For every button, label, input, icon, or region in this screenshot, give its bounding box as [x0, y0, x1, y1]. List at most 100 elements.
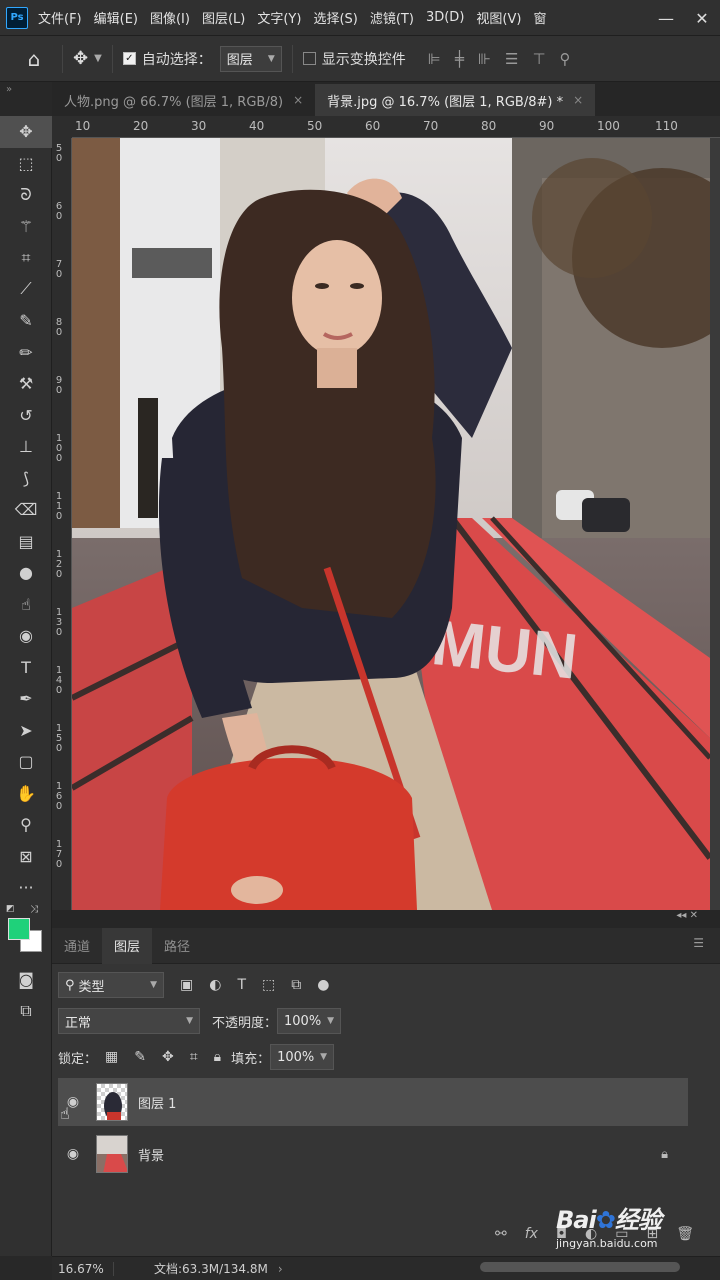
menu-file[interactable]: 文件(F) [38, 8, 82, 27]
quick-mask-icon[interactable]: ◙ [0, 964, 52, 996]
menu-type[interactable]: 文字(Y) [257, 8, 301, 27]
pen-tool-icon[interactable]: ✒ [0, 683, 52, 715]
distribute-icon[interactable]: ☰ [505, 50, 518, 68]
close-icon[interactable]: × [573, 93, 583, 107]
align-top-icon[interactable]: ⊤ [532, 50, 545, 68]
lock-transparent-icon[interactable]: ▦ [105, 1049, 118, 1065]
opacity-input[interactable]: 100% ▼ [277, 1008, 342, 1034]
filter-smart-object-icon[interactable]: ⧉ [291, 977, 301, 993]
path-select-tool-icon[interactable]: ➤ [0, 715, 52, 747]
chevron-right-icon[interactable]: › [278, 1262, 283, 1276]
ruler-tick: 60 [365, 119, 381, 133]
filter-adjustment-icon[interactable]: ◐ [209, 977, 221, 993]
fill-input[interactable]: 100% ▼ [270, 1044, 335, 1070]
blur-tool-icon[interactable]: ● [0, 557, 52, 589]
layer-row-layer1[interactable]: ◉ 图层 1 [58, 1078, 688, 1126]
auto-select-checkbox[interactable]: ✓ [122, 52, 136, 65]
menu-window[interactable]: 窗 [533, 8, 546, 27]
align-left-icon[interactable]: ⊫ [428, 50, 441, 68]
layer-name[interactable]: 图层 1 [138, 1093, 176, 1112]
menu-3d[interactable]: 3D(D) [426, 10, 464, 25]
minimize-button[interactable]: — [648, 9, 684, 28]
tab-layers[interactable]: 图层 [102, 927, 153, 964]
menu-select[interactable]: 选择(S) [313, 8, 357, 27]
collapse-panels-icon[interactable]: » [6, 84, 12, 95]
stamp-tool-icon[interactable]: ⊥ [0, 431, 52, 463]
panel-collapse-icon[interactable]: ◂◂ ✕ [52, 910, 720, 928]
eraser-tool-icon[interactable]: ⌫ [0, 494, 52, 526]
layer-row-background[interactable]: ◉ 背景 🔒︎ [58, 1130, 688, 1178]
home-icon[interactable]: ⌂ [16, 47, 52, 71]
link-layers-icon[interactable]: ⚯ [495, 1226, 507, 1242]
horizontal-scrollbar[interactable] [480, 1262, 680, 1272]
close-icon[interactable]: × [293, 93, 303, 107]
menu-image[interactable]: 图像(I) [150, 8, 190, 27]
watermark-brand: Bai✿经验 [556, 1200, 706, 1235]
show-transform-checkbox[interactable] [302, 52, 316, 65]
type-tool-icon[interactable]: T [0, 652, 52, 684]
tab-paths[interactable]: 路径 [152, 928, 202, 964]
vertical-scrollbar[interactable] [710, 138, 720, 910]
layer-name[interactable]: 背景 [138, 1145, 164, 1164]
smudge-tool-icon[interactable]: ☝ [0, 589, 52, 621]
tab-channels[interactable]: 通道 [52, 928, 102, 964]
tab-label: 人物.png @ 66.7% (图层 1, RGB/8) [64, 94, 284, 110]
chevron-down-icon[interactable]: ▼ [94, 53, 102, 64]
align-center-icon[interactable]: ╪ [455, 50, 464, 68]
gradient-tool-icon[interactable]: ▤ [0, 526, 52, 558]
ruler-tick: 150 [55, 723, 63, 754]
crop-tool-icon[interactable]: ⌗ [0, 242, 52, 274]
ruler-tick: 50 [307, 119, 323, 133]
magic-wand-tool-icon[interactable]: ⚚ [0, 211, 52, 243]
search-icon[interactable]: ⚲ [560, 50, 571, 68]
lock-artboard-icon[interactable]: ⌗ [190, 1049, 198, 1065]
panel-menu-icon[interactable]: ☰ [693, 936, 704, 950]
menu-view[interactable]: 视图(V) [476, 8, 521, 27]
clone-stamp-tool-icon[interactable]: ⚒ [0, 368, 52, 400]
tab-label: 背景.jpg @ 16.7% (图层 1, RGB/8#) * [327, 94, 564, 110]
filter-pixel-icon[interactable]: ▣ [180, 977, 193, 993]
dodge-tool-icon[interactable]: ◉ [0, 620, 52, 652]
menu-layer[interactable]: 图层(L) [202, 8, 245, 27]
lock-all-icon[interactable]: 🔒︎ [214, 1049, 221, 1065]
tab-background-jpg[interactable]: 背景.jpg @ 16.7% (图层 1, RGB/8#) * × [315, 84, 596, 116]
eye-icon[interactable]: ◉ [58, 1146, 88, 1162]
lock-position-icon[interactable]: ✥ [162, 1049, 174, 1065]
rectangle-tool-icon[interactable]: ▢ [0, 746, 52, 778]
default-colors-icon[interactable]: ◩ [6, 904, 15, 914]
menu-edit[interactable]: 编辑(E) [94, 8, 138, 27]
layer-style-icon[interactable]: fx [525, 1226, 538, 1242]
chevron-down-icon: ▼ [186, 1016, 193, 1026]
lock-image-icon[interactable]: ✎ [134, 1049, 146, 1065]
align-right-icon[interactable]: ⊪ [478, 50, 491, 68]
ruler-tick: 170 [55, 839, 63, 870]
auto-select-dropdown[interactable]: 图层 ▼ [219, 45, 282, 72]
filter-toggle-icon[interactable]: ● [317, 977, 329, 993]
eyedropper-tool-icon[interactable]: ⟋ [0, 274, 52, 306]
history-brush-tool-icon[interactable]: ↺ [0, 400, 52, 432]
close-window-button[interactable]: ✕ [684, 9, 720, 28]
filter-shape-icon[interactable]: ⬚ [262, 977, 275, 993]
more-tools-icon[interactable]: ··· [0, 872, 52, 904]
foreground-color-swatch[interactable] [8, 917, 30, 940]
marquee-tool-icon[interactable]: ⬚ [0, 148, 52, 180]
swap-colors-icon[interactable]: ⤨ [30, 904, 38, 915]
move-tool-icon[interactable]: ✥ [73, 48, 88, 69]
zoom-tool-icon[interactable]: ⚲ [0, 809, 52, 841]
blend-mode-dropdown[interactable]: 正常 ▼ [58, 1008, 200, 1034]
tab-person-png[interactable]: 人物.png @ 66.7% (图层 1, RGB/8) × [52, 84, 315, 116]
menu-filter[interactable]: 滤镜(T) [370, 8, 414, 27]
brush-tool-icon[interactable]: ✏ [0, 337, 52, 369]
opacity-label: 不透明度： [212, 1015, 278, 1031]
move-tool-icon[interactable]: ✥ [0, 116, 52, 148]
frame-tool-icon[interactable]: ⊠ [0, 841, 52, 873]
hand-tool-icon[interactable]: ✋ [0, 778, 52, 810]
healing-brush-tool-icon[interactable]: ✎ [0, 305, 52, 337]
screen-mode-icon[interactable]: ⧉ [0, 995, 52, 1027]
lasso-tool-icon[interactable]: ᘐ [0, 179, 52, 211]
document-canvas[interactable]: MUN [72, 138, 710, 910]
filter-type-icon[interactable]: T [237, 977, 246, 993]
zoom-level[interactable]: 16.67% [52, 1261, 114, 1276]
layer-filter-dropdown[interactable]: ⚲ 类型 ▼ [58, 972, 164, 998]
art-brush-tool-icon[interactable]: ⟆ [0, 463, 52, 495]
